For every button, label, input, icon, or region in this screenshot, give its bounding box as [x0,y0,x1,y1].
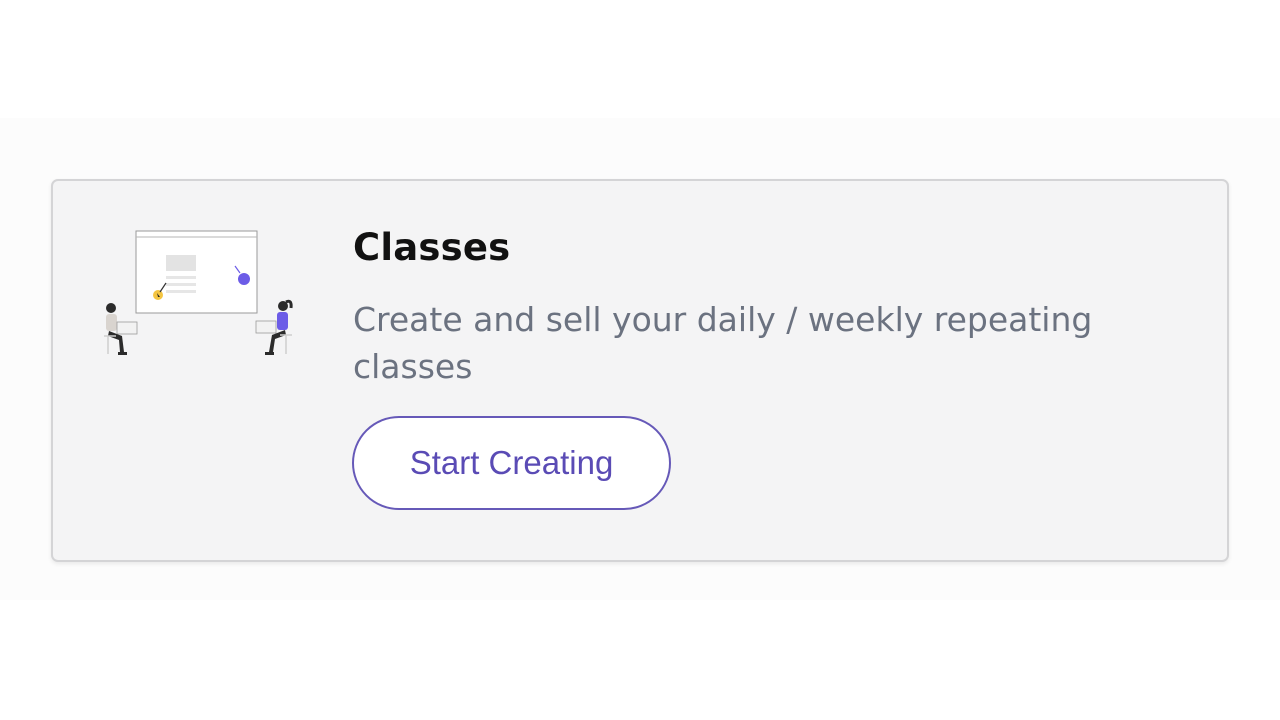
start-creating-button[interactable]: Start Creating [352,416,671,510]
card-title: Classes [353,226,511,269]
people-at-whiteboard-illustration [104,230,293,355]
card-description: Create and sell your daily / weekly repe… [353,300,1093,386]
